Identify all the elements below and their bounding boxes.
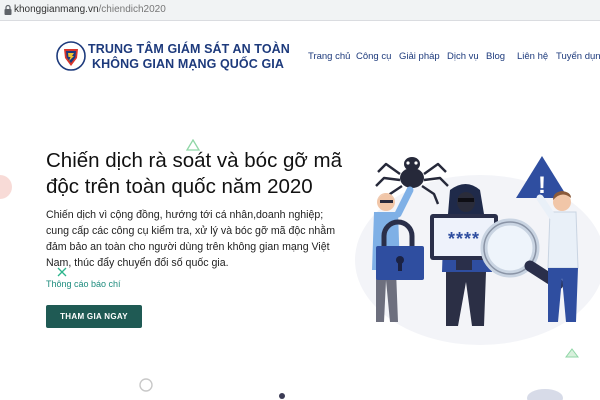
nav-item-home[interactable]: Trang chủ — [308, 51, 350, 62]
nav-item-tools[interactable]: Công cụ — [356, 51, 391, 62]
security-illustration: ! **** — [355, 156, 600, 345]
left-edge-circle-decoration — [0, 175, 12, 199]
lock-icon — [4, 4, 12, 15]
hero-desc-line2: cung cấp các công cụ kiểm tra, xử lý và … — [46, 225, 336, 237]
password-mask: **** — [448, 229, 480, 249]
circle-decoration — [139, 378, 153, 392]
join-now-button[interactable]: THAM GIA NGAY — [46, 305, 142, 328]
nav-item-careers[interactable]: Tuyển dụng — [556, 51, 600, 62]
nav-item-solutions[interactable]: Giải pháp — [399, 51, 440, 62]
main-nav: Trang chủ Công cụ Giải pháp Dịch vụ Blog… — [0, 51, 600, 65]
hero-title: Chiến dịch rà soát và bóc gỡ mã độc trên… — [46, 148, 356, 200]
url-path: /chiendich2020 — [98, 4, 166, 15]
nav-item-services[interactable]: Dịch vụ — [447, 51, 479, 62]
hero-title-line2: độc trên toàn quốc năm 2020 — [46, 175, 313, 198]
browser-address-bar[interactable]: khonggianmang.vn/chiendich2020 — [0, 0, 600, 21]
hero-desc-line3: đảm bảo an toàn cho người dùng trên khôn… — [46, 241, 330, 253]
hero-title-line1: Chiến dịch rà soát và bóc gỡ mã — [46, 149, 343, 172]
nav-item-blog[interactable]: Blog — [486, 51, 505, 62]
nav-item-contact[interactable]: Liên hệ — [517, 51, 548, 62]
bottom-right-blob-decoration — [527, 389, 563, 400]
press-release-link[interactable]: Thông cáo báo chí — [46, 279, 121, 289]
url-text[interactable]: khonggianmang.vn/chiendich2020 — [14, 3, 166, 17]
url-host: khonggianmang.vn — [14, 4, 99, 15]
hero-description: Chiến dịch vì cộng đồng, hướng tới cá nh… — [46, 207, 341, 271]
hero-desc-line1: Chiến dịch vì cộng đồng, hướng tới cá nh… — [46, 209, 324, 221]
small-dot-decoration — [279, 393, 285, 399]
hero-desc-line4: Nam, thúc đẩy chuyển đổi số quốc gia. — [46, 257, 229, 269]
